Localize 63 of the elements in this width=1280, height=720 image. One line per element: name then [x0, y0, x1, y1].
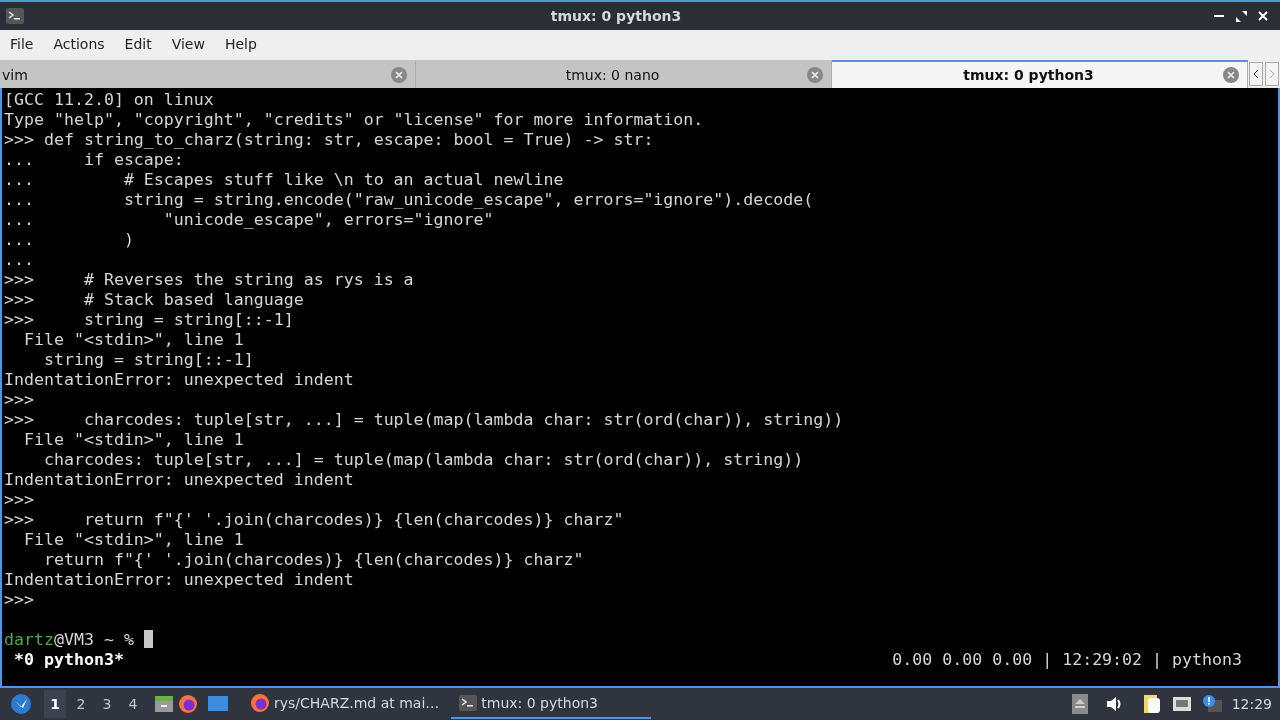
- network-icon[interactable]: [1171, 695, 1192, 713]
- maximize-icon[interactable]: [1235, 10, 1247, 22]
- start-menu-icon[interactable]: [10, 693, 32, 715]
- terminal-line: >>> string = string[::-1]: [3, 310, 295, 330]
- browser-icon: [250, 693, 270, 713]
- terminal-line: ... string = string.encode("raw_unicode_escape", errors="ignore").decode(: [3, 190, 815, 210]
- terminal-icon: [459, 695, 478, 711]
- menu-item[interactable]: Actions: [47, 36, 111, 52]
- terminal-icon[interactable]: [6, 8, 24, 24]
- scroll-left-button[interactable]: [1249, 62, 1263, 86]
- window-title: tmux: 0 python3: [549, 8, 683, 24]
- eject-icon[interactable]: [1071, 694, 1088, 714]
- terminal-line: File "<stdin>", line 1: [22, 330, 245, 350]
- browser-icon[interactable]: [178, 694, 198, 714]
- workspace-button[interactable]: 2: [70, 690, 92, 718]
- taskbar-task[interactable]: tmux: 0 python3: [451, 689, 652, 719]
- terminal-line: File "<stdin>", line 1: [22, 430, 245, 450]
- terminal-line: >>>: [3, 490, 35, 510]
- workspace-button[interactable]: 1: [44, 690, 66, 718]
- terminal-line: [GCC 11.2.0] on linux: [3, 90, 215, 110]
- terminal-line: Type "help", "copyright", "credits" or "license" for more information.: [3, 110, 705, 130]
- tab[interactable]: tmux: 0 nano: [416, 60, 832, 88]
- tab[interactable]: tmux: 0 python3: [832, 60, 1248, 88]
- workspace-button[interactable]: 4: [122, 690, 144, 718]
- menu-item[interactable]: File: [4, 36, 40, 52]
- terminal-line: charcodes: tuple[str, ...] = tuple(map(lambda char: str(ord(char)), string)): [42, 450, 805, 470]
- close-icon[interactable]: [1258, 11, 1268, 21]
- terminal-line: >>> # Reverses the string as rys is a: [3, 270, 415, 290]
- terminal-line: ... ): [3, 230, 135, 250]
- chevron-right-icon: [1269, 69, 1275, 79]
- desktop-icon[interactable]: [208, 695, 228, 713]
- workspace-button[interactable]: 3: [96, 690, 118, 718]
- terminal-line: IndentationError: unexpected indent: [3, 370, 355, 390]
- prompt-user: dartz: [4, 630, 54, 649]
- prompt-host: @VM3 ~ %: [53, 630, 134, 649]
- terminal-line: File "<stdin>", line 1: [22, 530, 245, 550]
- terminal-line: ... if escape:: [3, 150, 185, 170]
- terminal-line: IndentationError: unexpected indent: [3, 570, 355, 590]
- terminal-line: ... # Escapes stuff like \n to an actual newline: [3, 170, 565, 190]
- file-cabinet-icon[interactable]: [154, 694, 174, 714]
- terminal-line: IndentationError: unexpected indent: [3, 470, 355, 490]
- tmux-window-label: *0 python3*: [14, 650, 124, 670]
- terminal-line: >>>: [3, 390, 35, 410]
- notification-icon[interactable]: [1201, 694, 1222, 714]
- terminal-line: >>>: [3, 590, 35, 610]
- terminal-line: >>> # Stack based language: [3, 290, 305, 310]
- terminal-line: ... "unicode_escape", errors="ignore": [3, 210, 495, 230]
- chevron-left-icon: [1253, 69, 1259, 79]
- menu-item[interactable]: Edit: [118, 36, 158, 52]
- terminal-line: ...: [3, 250, 35, 270]
- terminal-line: >>> return f"{' '.join(charcodes)} {len(charcodes)} charz": [3, 510, 625, 530]
- taskbar-task[interactable]: rys/CHARZ.md at mai…: [242, 689, 448, 719]
- terminal-line: string = string[::-1]: [42, 350, 255, 370]
- clock[interactable]: 12:29: [1231, 696, 1272, 712]
- clipboard-icon[interactable]: [1141, 694, 1162, 714]
- tmux-status-info: 0.00 0.00 0.00 | 12:29:02 | python3: [892, 650, 1242, 670]
- terminal-line: >>> def string_to_charz(string: str, escape: bool = True) -> str:: [3, 130, 655, 150]
- menu-item[interactable]: Help: [218, 36, 263, 52]
- terminal-line: return f"{' '.join(charcodes)} {len(charcodes)} charz": [42, 550, 585, 570]
- terminal-line: >>> charcodes: tuple[str, ...] = tuple(map(lambda char: str(ord(char)), string)): [3, 410, 845, 430]
- menu-item[interactable]: View: [165, 36, 211, 52]
- cursor: [143, 630, 153, 648]
- tab[interactable]: vim: [0, 60, 416, 88]
